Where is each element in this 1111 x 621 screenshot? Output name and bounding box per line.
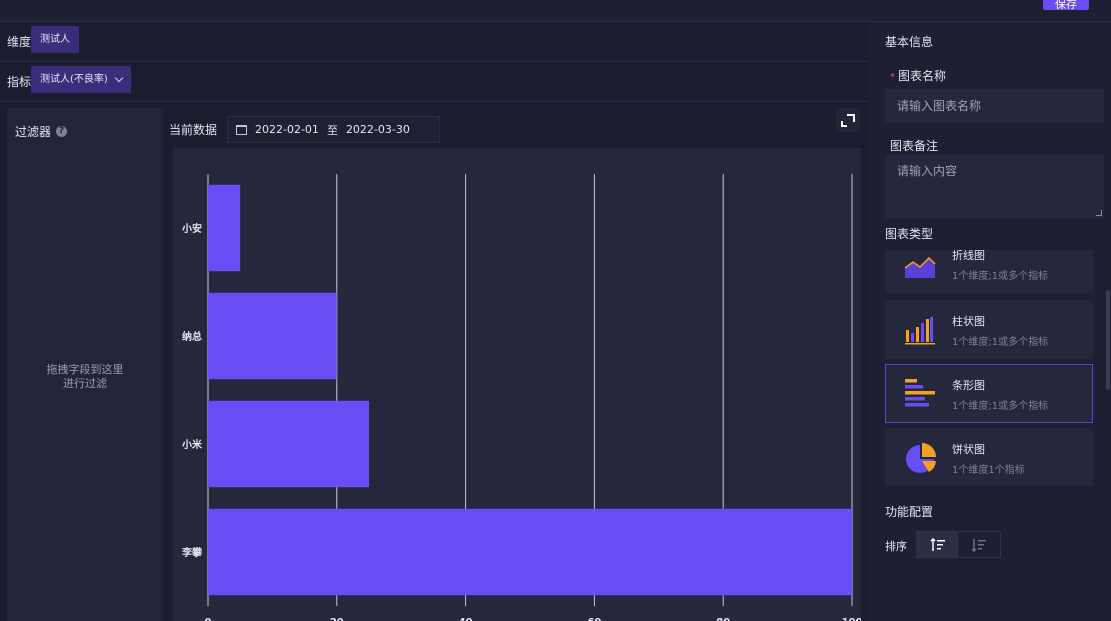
fullscreen-button[interactable] [836, 108, 860, 132]
x-tick-label: 80 [716, 617, 730, 621]
chart-workspace: 维度 测试人 指标 测试人(不良率) 过滤器 ? 拖拽字段到这里 进行过滤 当前… [0, 22, 868, 621]
metric-row: 指标 测试人(不良率) [0, 62, 868, 102]
filter-drop-hint: 拖拽字段到这里 进行过滤 [7, 363, 163, 391]
metric-label: 指标 [7, 75, 32, 89]
chart-type-bar[interactable]: 条形图 1个维度;1或多个指标 [885, 364, 1093, 423]
resize-handle[interactable] [1096, 210, 1102, 216]
column-chart-icon [905, 317, 935, 345]
chart-type-pie[interactable]: 饼状图 1个维度1个指标 [885, 428, 1093, 486]
x-tick-label: 100 [842, 617, 861, 621]
required-mark: * [890, 72, 895, 83]
chart-type-column-desc: 1个维度;1或多个指标 [952, 337, 1049, 348]
chart-type-label: 图表类型 [885, 227, 934, 241]
chart-note-placeholder: 请输入内容 [897, 164, 958, 178]
chevron-down-icon [114, 73, 124, 83]
calendar-icon [236, 124, 247, 135]
help-icon[interactable]: ? [56, 126, 68, 137]
bar-chart-icon [905, 379, 935, 407]
chart-name-input[interactable]: 请输入图表名称 [885, 89, 1104, 123]
pie-chart-icon [906, 443, 936, 473]
metric-pill[interactable]: 测试人(不良率) [31, 66, 131, 93]
chart-type-pie-desc: 1个维度1个指标 [952, 465, 1025, 476]
filter-title: 过滤器 [15, 125, 52, 139]
chart-type-line-name: 折线图 [952, 250, 985, 262]
chart-type-bar-name: 条形图 [952, 379, 985, 392]
current-data-label: 当前数据 [169, 123, 218, 137]
chart-name-label: 图表名称 [898, 69, 947, 83]
sort-ascending-button[interactable] [917, 532, 958, 557]
dimension-pill[interactable]: 测试人 [31, 26, 79, 53]
chart-type-bar-desc: 1个维度;1或多个指标 [952, 401, 1049, 412]
x-tick-label: 0 [205, 617, 212, 621]
chart-type-line-desc: 1个维度;1或多个指标 [952, 271, 1049, 282]
sort-descending-button[interactable] [958, 532, 999, 557]
y-category-label: 小米 [181, 438, 203, 451]
panel-scrollbar[interactable] [1106, 290, 1110, 390]
dimension-label: 维度 [7, 35, 32, 49]
metric-pill-label: 测试人(不良率) [40, 74, 108, 85]
chart-type-list: 折线图 1个维度;1或多个指标 柱状图 1个维度;1或多个指标 条形图 1个维度… [885, 250, 1095, 486]
chart-type-column-name: 柱状图 [952, 315, 985, 328]
bar [208, 508, 852, 596]
chart-svg: 0 20 40 60 80 100 小安纳总小米李攀 [181, 174, 862, 621]
bar [208, 400, 369, 488]
date-end: 2022-03-30 [345, 123, 410, 136]
bar [208, 292, 337, 380]
sort-toggle [916, 531, 1001, 558]
sort-descending-icon [970, 538, 986, 552]
sort-label: 排序 [885, 540, 907, 553]
chart-type-column[interactable]: 柱状图 1个维度;1或多个指标 [885, 300, 1093, 359]
chart-type-line[interactable]: 折线图 1个维度;1或多个指标 [885, 250, 1093, 293]
sort-ascending-icon [929, 537, 945, 551]
filter-hint-line2: 进行过滤 [63, 377, 107, 390]
config-panel: 基本信息 * 图表名称 请输入图表名称 图表备注 请输入内容 图表类型 折线图 1… [868, 22, 1111, 621]
date-separator: 至 [326, 123, 338, 137]
function-config-title: 功能配置 [885, 505, 934, 519]
chart-type-pie-name: 饼状图 [952, 443, 985, 456]
top-bar: 保存 [0, 0, 1111, 22]
expand-icon [847, 114, 855, 122]
bar-chart: 0 20 40 60 80 100 小安纳总小米李攀 [173, 148, 862, 621]
x-tick-label: 40 [459, 617, 473, 621]
date-range-picker[interactable]: 2022-02-01 至 2022-03-30 [227, 116, 440, 143]
chart-note-textarea[interactable]: 请输入内容 [885, 155, 1104, 218]
dimension-pill-label: 测试人 [40, 34, 70, 45]
dimension-row: 维度 测试人 [0, 22, 868, 62]
y-category-label: 纳总 [182, 330, 202, 343]
y-category-label: 小安 [181, 222, 202, 235]
bar [208, 184, 241, 272]
save-button[interactable]: 保存 [1043, 0, 1089, 10]
x-tick-label: 20 [330, 617, 344, 621]
filter-hint-line1: 拖拽字段到这里 [46, 363, 124, 376]
area-chart-icon [904, 256, 936, 278]
y-category-label: 李攀 [181, 546, 203, 559]
filter-panel[interactable]: 过滤器 ? 拖拽字段到这里 进行过滤 [7, 108, 163, 621]
x-tick-label: 60 [587, 617, 601, 621]
basic-info-title: 基本信息 [885, 35, 934, 49]
date-start: 2022-02-01 [255, 123, 319, 136]
chart-note-label: 图表备注 [890, 139, 939, 153]
